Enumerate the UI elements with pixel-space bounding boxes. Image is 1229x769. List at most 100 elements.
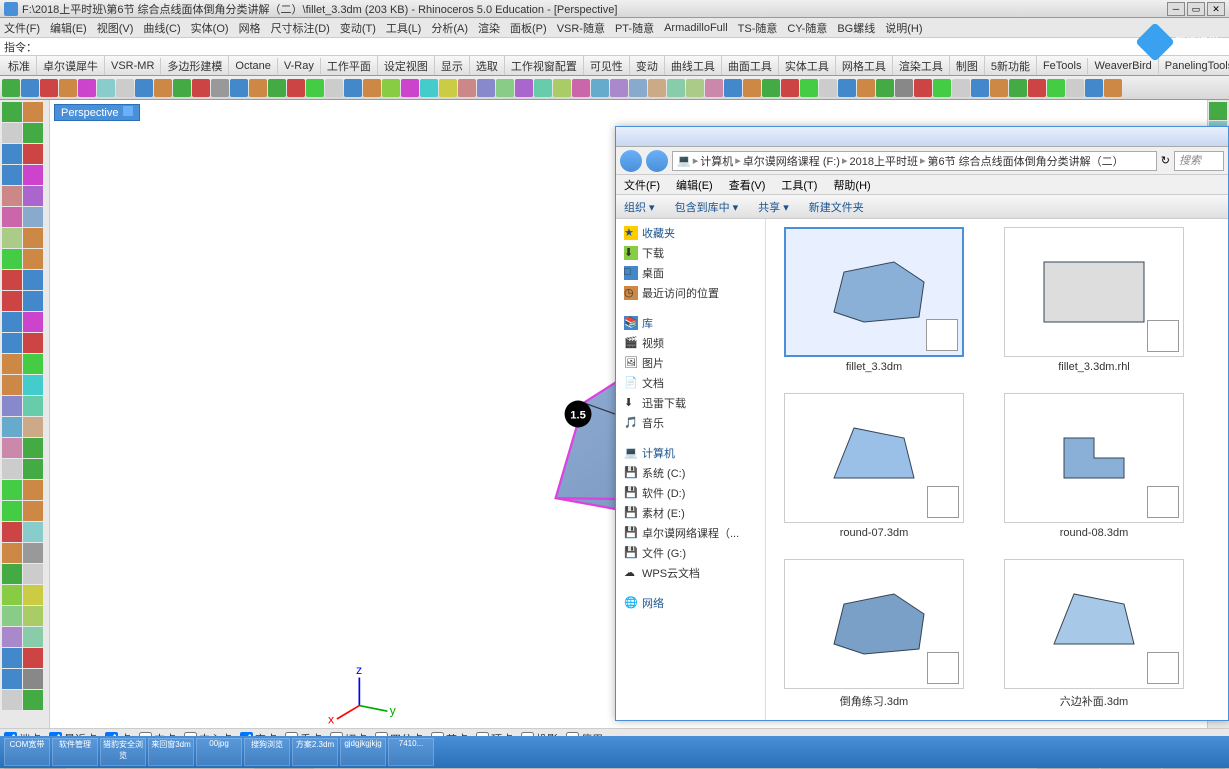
toolbar-icon[interactable] <box>325 79 343 97</box>
tool-icon[interactable] <box>2 606 22 626</box>
tool-icon[interactable] <box>23 270 43 290</box>
tool-icon[interactable] <box>2 564 22 584</box>
toolbar-icon[interactable] <box>971 79 989 97</box>
tree-favorites[interactable]: ★收藏夹 <box>620 223 761 243</box>
tree-pictures[interactable]: 🖼图片 <box>620 353 761 373</box>
tab-item[interactable]: 工作平面 <box>321 56 378 76</box>
tab-item[interactable]: 实体工具 <box>779 56 836 76</box>
tool-icon[interactable] <box>23 627 43 647</box>
tool-icon[interactable] <box>23 669 43 689</box>
menu-item[interactable]: 编辑(E) <box>50 20 87 36</box>
menu-item[interactable]: CY-随意 <box>787 20 827 36</box>
tree-wps[interactable]: ☁WPS云文档 <box>620 563 761 583</box>
toolbar-icon[interactable] <box>116 79 134 97</box>
tree-downloads[interactable]: ⬇下载 <box>620 243 761 263</box>
tab-item[interactable]: 曲线工具 <box>665 56 722 76</box>
explorer-toolbar[interactable]: 组织 ▾包含到库中 ▾共享 ▾新建文件夹 <box>616 195 1228 219</box>
toolbar-icon[interactable] <box>781 79 799 97</box>
tool-icon[interactable] <box>23 207 43 227</box>
tab-item[interactable]: PanelingTools <box>1159 58 1229 74</box>
toolbar-icon[interactable] <box>952 79 970 97</box>
toolbar-icon[interactable] <box>230 79 248 97</box>
tool-icon[interactable] <box>2 165 22 185</box>
toolbar-icon[interactable] <box>97 79 115 97</box>
toolbar-icon[interactable] <box>876 79 894 97</box>
menu-item[interactable]: 实体(O) <box>191 20 229 36</box>
tree-documents[interactable]: 📄文档 <box>620 373 761 393</box>
file-item[interactable]: fillet_3.3dm.rhl <box>994 227 1194 373</box>
menu-item[interactable]: 面板(P) <box>510 20 547 36</box>
tool-icon[interactable] <box>2 354 22 374</box>
tool-icon[interactable] <box>23 249 43 269</box>
explorer-window[interactable]: 💻▸计算机▸卓尔谟网络课程 (F:)▸2018上平时班▸第6节 综合点线面体倒角… <box>615 126 1229 721</box>
taskbar-item[interactable]: 7410... <box>388 738 434 766</box>
taskbar-item[interactable]: 来回窗3dm <box>148 738 194 766</box>
tool-icon[interactable] <box>2 480 22 500</box>
tool-icon[interactable] <box>2 102 22 122</box>
toolbar-icon[interactable] <box>496 79 514 97</box>
tool-icon[interactable] <box>23 564 43 584</box>
tool-icon[interactable] <box>2 648 22 668</box>
tab-item[interactable]: 卓尔谟犀牛 <box>37 56 105 76</box>
tool-icon[interactable] <box>23 333 43 353</box>
left-toolbox[interactable] <box>0 100 50 728</box>
tool-icon[interactable] <box>2 459 22 479</box>
tool-icon[interactable] <box>23 144 43 164</box>
toolbar-icon[interactable] <box>534 79 552 97</box>
tool-icon[interactable] <box>23 690 43 710</box>
tree-network[interactable]: 🌐网络 <box>620 593 761 613</box>
toolbar-icon[interactable] <box>78 79 96 97</box>
breadcrumb-item[interactable]: 卓尔谟网络课程 (F:) <box>743 153 840 169</box>
tool-icon[interactable] <box>2 438 22 458</box>
toolbar-icon[interactable] <box>1104 79 1122 97</box>
tool-icon[interactable] <box>2 144 22 164</box>
toolbar-icon[interactable] <box>1028 79 1046 97</box>
tab-item[interactable]: 设定视图 <box>378 56 435 76</box>
file-item[interactable]: 倒角练习.3dm <box>774 559 974 709</box>
toolbar-icon[interactable] <box>249 79 267 97</box>
toolbar-icon[interactable] <box>762 79 780 97</box>
tool-icon[interactable] <box>2 228 22 248</box>
tab-item[interactable]: 网格工具 <box>836 56 893 76</box>
toolbar-icon[interactable] <box>211 79 229 97</box>
tool-icon[interactable] <box>23 543 43 563</box>
tree-libraries[interactable]: 📚库 <box>620 313 761 333</box>
tool-icon[interactable] <box>23 228 43 248</box>
tool-icon[interactable] <box>2 501 22 521</box>
forward-button[interactable] <box>646 150 668 172</box>
toolbar-icon[interactable] <box>40 79 58 97</box>
exp-toolbar-item[interactable]: 组织 ▾ <box>624 199 655 215</box>
toolbar-icon[interactable] <box>895 79 913 97</box>
tool-icon[interactable] <box>23 606 43 626</box>
panel-icon[interactable] <box>1209 102 1227 120</box>
toolbar-icon[interactable] <box>819 79 837 97</box>
tree-drive-c[interactable]: 💾系统 (C:) <box>620 463 761 483</box>
toolbar-icon[interactable] <box>610 79 628 97</box>
toolbar-icon[interactable] <box>724 79 742 97</box>
toolbar-icon[interactable] <box>135 79 153 97</box>
tool-icon[interactable] <box>23 501 43 521</box>
toolbar-icon[interactable] <box>382 79 400 97</box>
menu-item[interactable]: 曲线(C) <box>143 20 180 36</box>
toolbar-icon[interactable] <box>154 79 172 97</box>
toolbar-icon[interactable] <box>553 79 571 97</box>
exp-menu-item[interactable]: 查看(V) <box>729 177 766 193</box>
restore-button[interactable]: ▭ <box>1187 2 1205 16</box>
toolbar-icon[interactable] <box>439 79 457 97</box>
menu-item[interactable]: 网格 <box>239 20 261 36</box>
toolbar-icon[interactable] <box>838 79 856 97</box>
toolbar-icon[interactable] <box>591 79 609 97</box>
tool-icon[interactable] <box>2 333 22 353</box>
explorer-titlebar[interactable] <box>616 127 1228 147</box>
menu-item[interactable]: VSR-随意 <box>557 20 605 36</box>
tool-icon[interactable] <box>2 417 22 437</box>
toolbar-icon[interactable] <box>268 79 286 97</box>
tool-icon[interactable] <box>2 270 22 290</box>
tool-icon[interactable] <box>2 690 22 710</box>
toolbar-icon[interactable] <box>990 79 1008 97</box>
toolbar-icon[interactable] <box>1066 79 1084 97</box>
tool-icon[interactable] <box>23 102 43 122</box>
taskbar-item[interactable]: gjdgjkgjkjg <box>340 738 386 766</box>
tab-item[interactable]: 多边形建模 <box>161 56 229 76</box>
toolbar-icon[interactable] <box>648 79 666 97</box>
